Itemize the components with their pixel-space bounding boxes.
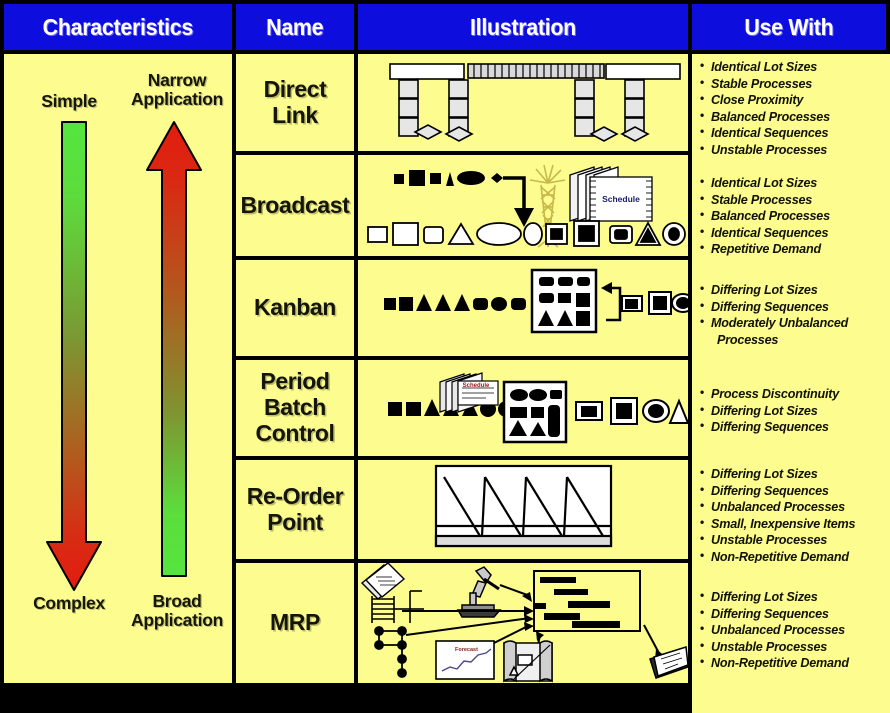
use-with-item: Moderately Unbalanced <box>700 314 890 332</box>
use-with-item: Differing Sequences <box>700 418 890 436</box>
illustration-kanban <box>358 260 688 356</box>
broadcast-graphic: Schedule <box>367 164 686 248</box>
row-name-re-order-point: Re-Order Point <box>236 460 354 559</box>
name-line-1: Period <box>260 368 330 395</box>
use-with-item: Process Discontinuity <box>700 385 890 403</box>
row-name-period-batch-control: Period Batch Control <box>236 360 354 456</box>
sawtooth-inventory-graphic <box>434 464 613 548</box>
use-with-re-order-point: Differing Lot Sizes Differing Sequences … <box>692 460 890 569</box>
name-line-1: Kanban <box>254 294 336 321</box>
use-with-item: Balanced Processes <box>700 207 890 225</box>
characteristics-cell: Simple Complex Narrow Application Broad … <box>4 54 232 683</box>
use-with-list: Differing Lot Sizes Differing Sequences … <box>700 281 890 348</box>
batch-schedule-label: Schedule <box>463 383 490 389</box>
row-name-direct-link: Direct Link <box>236 54 354 151</box>
use-with-list: Identical Lot Sizes Stable Processes Bal… <box>700 174 890 258</box>
use-with-item: Identical Sequences <box>700 124 890 142</box>
schedule-label: Schedule <box>602 194 640 204</box>
use-with-item: Differing Lot Sizes <box>700 402 890 420</box>
use-with-item: Repetitive Demand <box>700 240 890 258</box>
use-with-item: Differing Sequences <box>700 605 890 623</box>
name-line-2: Point <box>267 508 323 535</box>
illustration-period-batch-control: Schedule <box>358 360 688 456</box>
mrp-graphic: Forecast <box>360 563 688 683</box>
illustration-mrp: Forecast <box>358 563 688 683</box>
name-line-2: Batch <box>264 394 326 421</box>
use-with-item: Small, Inexpensive Items <box>700 515 890 533</box>
column-header-label: Characteristics <box>42 13 194 40</box>
column-header-use-with: Use With <box>692 4 886 50</box>
use-with-item: Stable Processes <box>700 191 890 209</box>
use-with-item: Identical Lot Sizes <box>700 58 890 76</box>
row-name-kanban: Kanban <box>236 260 354 356</box>
row-name-mrp: MRP <box>236 563 354 683</box>
use-with-item: Stable Processes <box>700 75 890 93</box>
illustration-direct-link <box>358 54 688 151</box>
column-header-label: Name <box>266 13 324 40</box>
column-header-label: Use With <box>744 13 834 40</box>
column-header-illustration: Illustration <box>358 4 688 50</box>
use-with-item: Unstable Processes <box>700 638 890 656</box>
column-header-characteristics: Characteristics <box>4 4 232 50</box>
use-with-list: Process Discontinuity Differing Lot Size… <box>700 385 890 436</box>
use-with-list: Differing Lot Sizes Differing Sequences … <box>700 465 890 566</box>
use-with-item: Non-Repetitive Demand <box>700 654 890 672</box>
name-line-1: Direct <box>263 75 327 102</box>
name-line-2: Link <box>272 101 318 128</box>
period-batch-graphic: Schedule <box>388 372 688 444</box>
name-line-1: Re-Order <box>246 482 344 509</box>
name-line-3: Control <box>255 419 335 446</box>
illustration-re-order-point <box>358 460 688 559</box>
use-with-item: Differing Lot Sizes <box>700 281 890 299</box>
use-with-direct-link: Identical Lot Sizes Stable Processes Clo… <box>692 54 890 174</box>
name-line-1: Broadcast <box>240 191 350 218</box>
use-with-item: Unbalanced Processes <box>700 498 890 516</box>
use-with-item: Differing Lot Sizes <box>700 588 890 606</box>
use-with-item: Close Proximity <box>700 91 890 109</box>
column-header-name: Name <box>236 4 354 50</box>
diagram-frame: Characteristics Name Illustration Use Wi… <box>0 0 890 713</box>
forecast-label: Forecast <box>455 647 478 653</box>
use-with-item: Differing Lot Sizes <box>700 465 890 483</box>
use-with-item: Differing Sequences <box>700 298 890 316</box>
use-with-item: Unbalanced Processes <box>700 621 890 639</box>
direct-link-graphic <box>389 63 681 142</box>
column-header-label: Illustration <box>470 13 576 40</box>
use-with-item-continuation: Processes <box>717 332 779 347</box>
use-with-item: Balanced Processes <box>700 108 890 126</box>
complexity-arrow-down <box>46 121 102 591</box>
use-with-item: Identical Sequences <box>700 224 890 242</box>
use-with-mrp: Differing Lot Sizes Differing Sequences … <box>692 563 890 713</box>
use-with-item: Unstable Processes <box>700 531 890 549</box>
characteristics-arrows <box>46 121 202 591</box>
row-name-broadcast: Broadcast <box>236 155 354 256</box>
illustration-broadcast: Schedule <box>358 155 688 256</box>
comparison-table: Characteristics Name Illustration Use Wi… <box>4 4 890 713</box>
kanban-graphic <box>384 268 688 334</box>
name-line-1: MRP <box>270 609 320 636</box>
use-with-item: Differing Sequences <box>700 482 890 500</box>
application-arrow-up <box>146 121 202 577</box>
use-with-item: Identical Lot Sizes <box>700 174 890 192</box>
use-with-list: Differing Lot Sizes Differing Sequences … <box>700 588 890 672</box>
